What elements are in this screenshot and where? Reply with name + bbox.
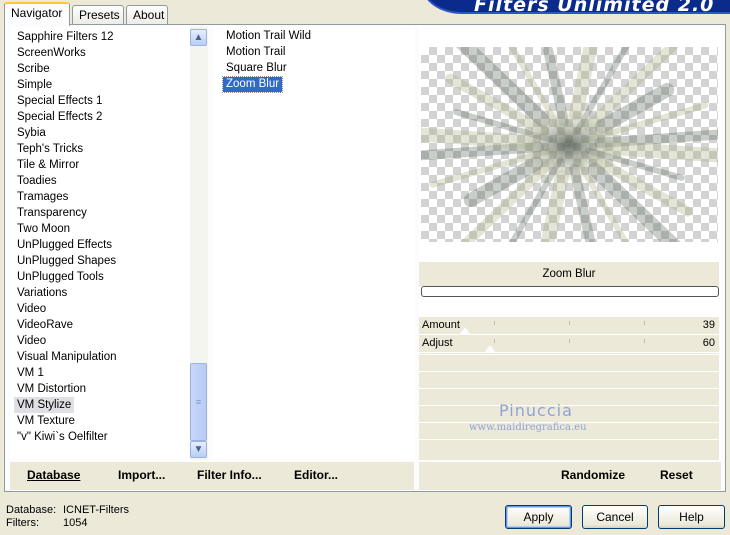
param-amount[interactable]: Amount 39: [419, 317, 719, 335]
cancel-button[interactable]: Cancel: [582, 505, 648, 529]
category-item[interactable]: VideoRave: [14, 317, 76, 333]
chevron-down-icon[interactable]: ▼: [190, 441, 207, 458]
category-item[interactable]: "v" Kiwi`s Oelfilter: [14, 429, 111, 445]
category-item[interactable]: Special Effects 2: [14, 109, 105, 125]
app-banner-title: Filters Unlimited 2.0: [422, 0, 730, 14]
watermark-name: Pinuccia: [499, 401, 573, 420]
category-item[interactable]: Tile & Mirror: [14, 157, 82, 173]
filter-info-button[interactable]: Filter Info...: [197, 468, 262, 482]
category-item[interactable]: Transparency: [14, 205, 90, 221]
category-item[interactable]: Sybia: [14, 125, 49, 141]
category-item[interactable]: UnPlugged Tools: [14, 269, 107, 285]
tab-about[interactable]: About: [126, 5, 168, 25]
adjust-slider-handle[interactable]: [483, 345, 496, 353]
filter-item[interactable]: Square Blur: [223, 61, 290, 76]
category-list[interactable]: Sapphire Filters 12 ScreenWorks Scribe Simp…: [10, 27, 208, 460]
chevron-up-icon[interactable]: ▲: [190, 29, 207, 46]
category-item[interactable]: Simple: [14, 77, 55, 93]
category-item[interactable]: Video: [14, 301, 49, 317]
tab-presets[interactable]: Presets: [72, 5, 124, 25]
amount-slider-handle[interactable]: [458, 327, 471, 335]
editor-button[interactable]: Editor...: [294, 468, 338, 482]
current-filter-label: Zoom Blur: [419, 262, 719, 286]
preview-toolbar: Randomize Reset: [419, 462, 721, 490]
preview-panel: Zoom Blur Amount 39 Adjust 60 Pinuccia w…: [419, 27, 721, 460]
category-item[interactable]: Sapphire Filters 12: [14, 29, 117, 45]
database-label: Database:: [6, 504, 57, 516]
grip-icon: ≡: [195, 397, 202, 407]
param-value: 39: [702, 319, 715, 331]
param-empty-row: [419, 354, 719, 370]
database-button[interactable]: Database: [27, 468, 80, 482]
param-label: Amount: [422, 319, 460, 331]
param-empty-row: [419, 439, 719, 455]
filter-item[interactable]: Motion Trail: [223, 45, 288, 60]
filter-list[interactable]: Motion Trail Wild Motion Trail Square Blur…: [213, 27, 415, 460]
status-info: Database: ICNET-Filters Filters: 1054: [6, 504, 129, 530]
randomize-button[interactable]: Randomize: [561, 468, 625, 482]
category-item[interactable]: Tramages: [14, 189, 71, 205]
watermark-site: www.maidiregrafica.eu: [469, 422, 587, 433]
database-value: ICNET-Filters: [63, 504, 129, 516]
tab-navigator[interactable]: Navigator: [4, 2, 70, 26]
category-item[interactable]: VM Distortion: [14, 381, 89, 397]
param-empty-row: [419, 371, 719, 387]
filters-label: Filters:: [6, 517, 39, 529]
scroll-thumb[interactable]: ≡: [190, 363, 207, 441]
category-item[interactable]: Variations: [14, 285, 70, 301]
filters-count: 1054: [63, 517, 88, 529]
reset-button[interactable]: Reset: [660, 468, 693, 482]
category-item[interactable]: Teph's Tricks: [14, 141, 86, 157]
category-item[interactable]: ScreenWorks: [14, 45, 89, 61]
category-item[interactable]: VM Texture: [14, 413, 78, 429]
category-item[interactable]: UnPlugged Shapes: [14, 253, 119, 269]
filter-item[interactable]: Motion Trail Wild: [223, 29, 314, 44]
category-item[interactable]: Toadies: [14, 173, 60, 189]
category-item[interactable]: VM 1: [14, 365, 47, 381]
list-toolbar: Database Import... Filter Info... Editor…: [10, 462, 414, 490]
filter-item[interactable]: Zoom Blur: [221, 76, 284, 93]
preview-image[interactable]: [421, 47, 718, 242]
param-adjust[interactable]: Adjust 60: [419, 335, 719, 353]
parameter-panel: Amount 39 Adjust 60 Pinuccia www.maidire…: [419, 317, 719, 460]
param-label: Adjust: [422, 337, 453, 349]
category-item[interactable]: Video: [14, 333, 49, 349]
apply-button[interactable]: Apply: [505, 505, 572, 529]
param-value: 60: [702, 337, 715, 349]
category-item[interactable]: Special Effects 1: [14, 93, 105, 109]
help-button[interactable]: Help: [658, 505, 725, 529]
category-item[interactable]: Scribe: [14, 61, 53, 77]
category-scrollbar[interactable]: ▲ ≡ ▼: [190, 27, 208, 460]
category-item[interactable]: UnPlugged Effects: [14, 237, 115, 253]
zoom-blur-preview-art: [421, 47, 718, 242]
import-button[interactable]: Import...: [118, 468, 165, 482]
progress-bar: [421, 286, 719, 297]
category-item[interactable]: Two Moon: [14, 221, 73, 237]
category-item[interactable]: Visual Manipulation: [14, 349, 120, 365]
category-item[interactable]: VM Stylize: [14, 397, 75, 413]
